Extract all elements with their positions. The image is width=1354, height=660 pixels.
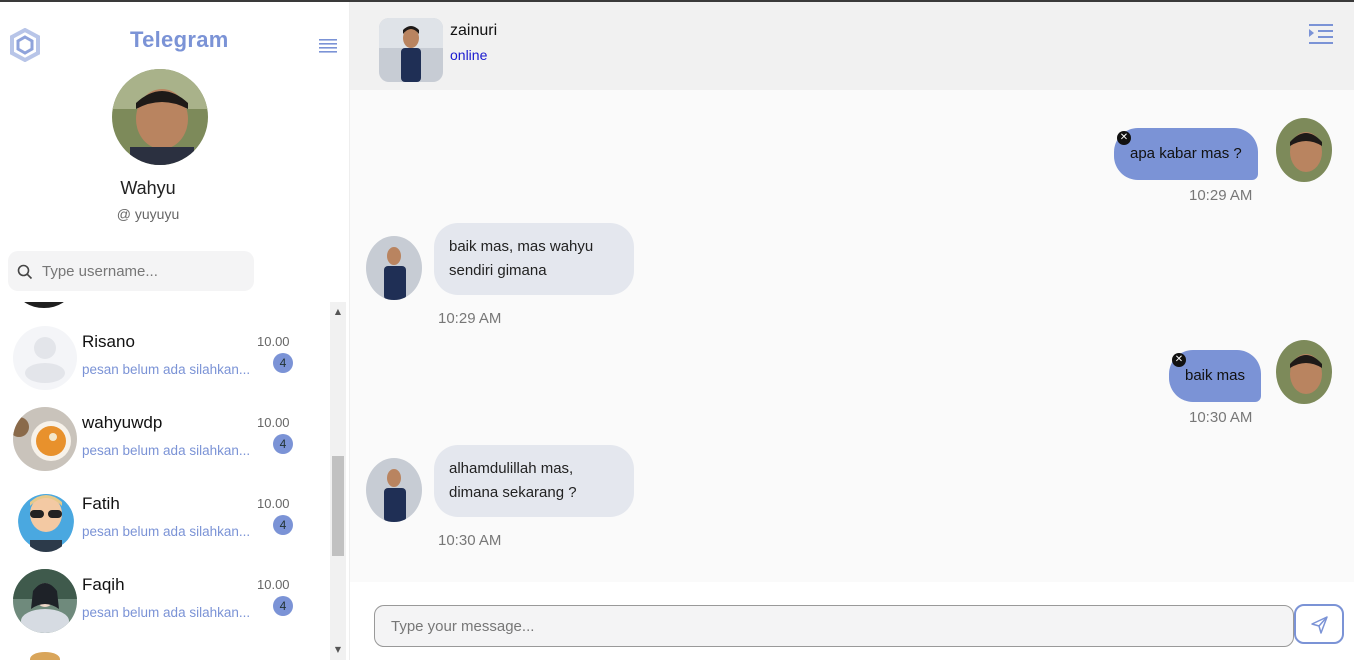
message-time: 10:30 AM (1189, 409, 1253, 426)
profile-name: Wahyu (120, 178, 176, 198)
chat-panel: zainuri online apa kabar mas ? ✕ 10:29 A… (349, 2, 1354, 660)
contact-time: 10.00 (257, 496, 290, 511)
chat-contact-avatar[interactable] (379, 18, 443, 82)
message-time: 10:29 AM (1189, 187, 1253, 204)
delete-message-icon[interactable]: ✕ (1172, 353, 1186, 367)
contact-avatar (13, 407, 77, 471)
send-icon (1311, 616, 1328, 634)
contact-item-faqih[interactable]: Faqih 10.00 pesan belum ada silahkan... … (0, 565, 330, 646)
send-button[interactable] (1294, 604, 1344, 644)
contact-time: 10.00 (257, 334, 290, 349)
contact-list-scrollbar[interactable]: ▲ ▼ (330, 302, 346, 660)
message-time: 10:29 AM (438, 310, 502, 327)
chat-contact-status: online (450, 47, 488, 63)
contact-preview: pesan belum ada silahkan... (82, 443, 251, 458)
contact-item-fatih[interactable]: Fatih 10.00 pesan belum ada silahkan... … (0, 484, 330, 565)
search-icon (17, 264, 33, 280)
contact-list: Risano 10.00 pesan belum ada silahkan...… (0, 302, 330, 660)
contact-message-avatar (366, 236, 422, 300)
contact-item-wahyuwdp[interactable]: wahyuwdp 10.00 pesan belum ada silahkan.… (0, 403, 330, 484)
contact-time: 10.00 (257, 415, 290, 430)
scroll-thumb[interactable] (332, 456, 344, 556)
my-avatar (1276, 118, 1332, 182)
app-logo-icon (10, 28, 40, 62)
contact-message-avatar (366, 458, 422, 522)
unread-badge: 4 (273, 596, 293, 616)
menu-indent-icon[interactable] (1308, 22, 1334, 46)
unread-badge: 4 (273, 515, 293, 535)
incoming-message-bubble: baik mas, mas wahyu sendiri gimana (434, 223, 634, 295)
contact-avatar (13, 569, 77, 633)
unread-badge: 4 (273, 353, 293, 373)
contact-avatar (18, 488, 74, 552)
contact-name: wahyuwdp (82, 413, 163, 432)
scroll-up-arrow-icon[interactable]: ▲ (330, 306, 346, 318)
my-avatar (1276, 340, 1332, 404)
message-input[interactable] (374, 605, 1294, 647)
scroll-down-arrow-icon[interactable]: ▼ (330, 644, 346, 656)
contact-avatar-partial (30, 652, 60, 660)
contact-item-risano[interactable]: Risano 10.00 pesan belum ada silahkan...… (0, 322, 330, 403)
contact-avatar-partial (18, 302, 70, 308)
message-time: 10:30 AM (438, 532, 502, 549)
profile-avatar[interactable] (112, 69, 208, 165)
search-box[interactable] (8, 251, 254, 291)
outgoing-message-bubble: apa kabar mas ? (1114, 128, 1258, 180)
contact-preview: pesan belum ada silahkan... (82, 605, 251, 620)
app-title: Telegram (130, 27, 229, 52)
delete-message-icon[interactable]: ✕ (1117, 131, 1131, 145)
message-composer (350, 582, 1354, 660)
unread-badge: 4 (273, 434, 293, 454)
contact-time: 10.00 (257, 577, 290, 592)
contact-name: Risano (82, 332, 135, 351)
hamburger-menu-icon[interactable] (318, 37, 338, 53)
contact-name: Faqih (82, 575, 125, 594)
search-input[interactable] (42, 259, 247, 283)
profile-username: @ yuyuyu (116, 206, 180, 222)
contact-preview: pesan belum ada silahkan... (82, 524, 251, 539)
chat-contact-name: zainuri (450, 22, 498, 39)
contact-avatar (13, 326, 77, 390)
sidebar: Telegram Wahyu @ yuyuyu Type username...… (0, 2, 349, 660)
contact-preview: pesan belum ada silahkan... (82, 362, 251, 377)
incoming-message-bubble: alhamdulillah mas, dimana sekarang ? (434, 445, 634, 517)
contact-name: Fatih (82, 494, 120, 513)
chat-header: zainuri online (350, 2, 1354, 90)
